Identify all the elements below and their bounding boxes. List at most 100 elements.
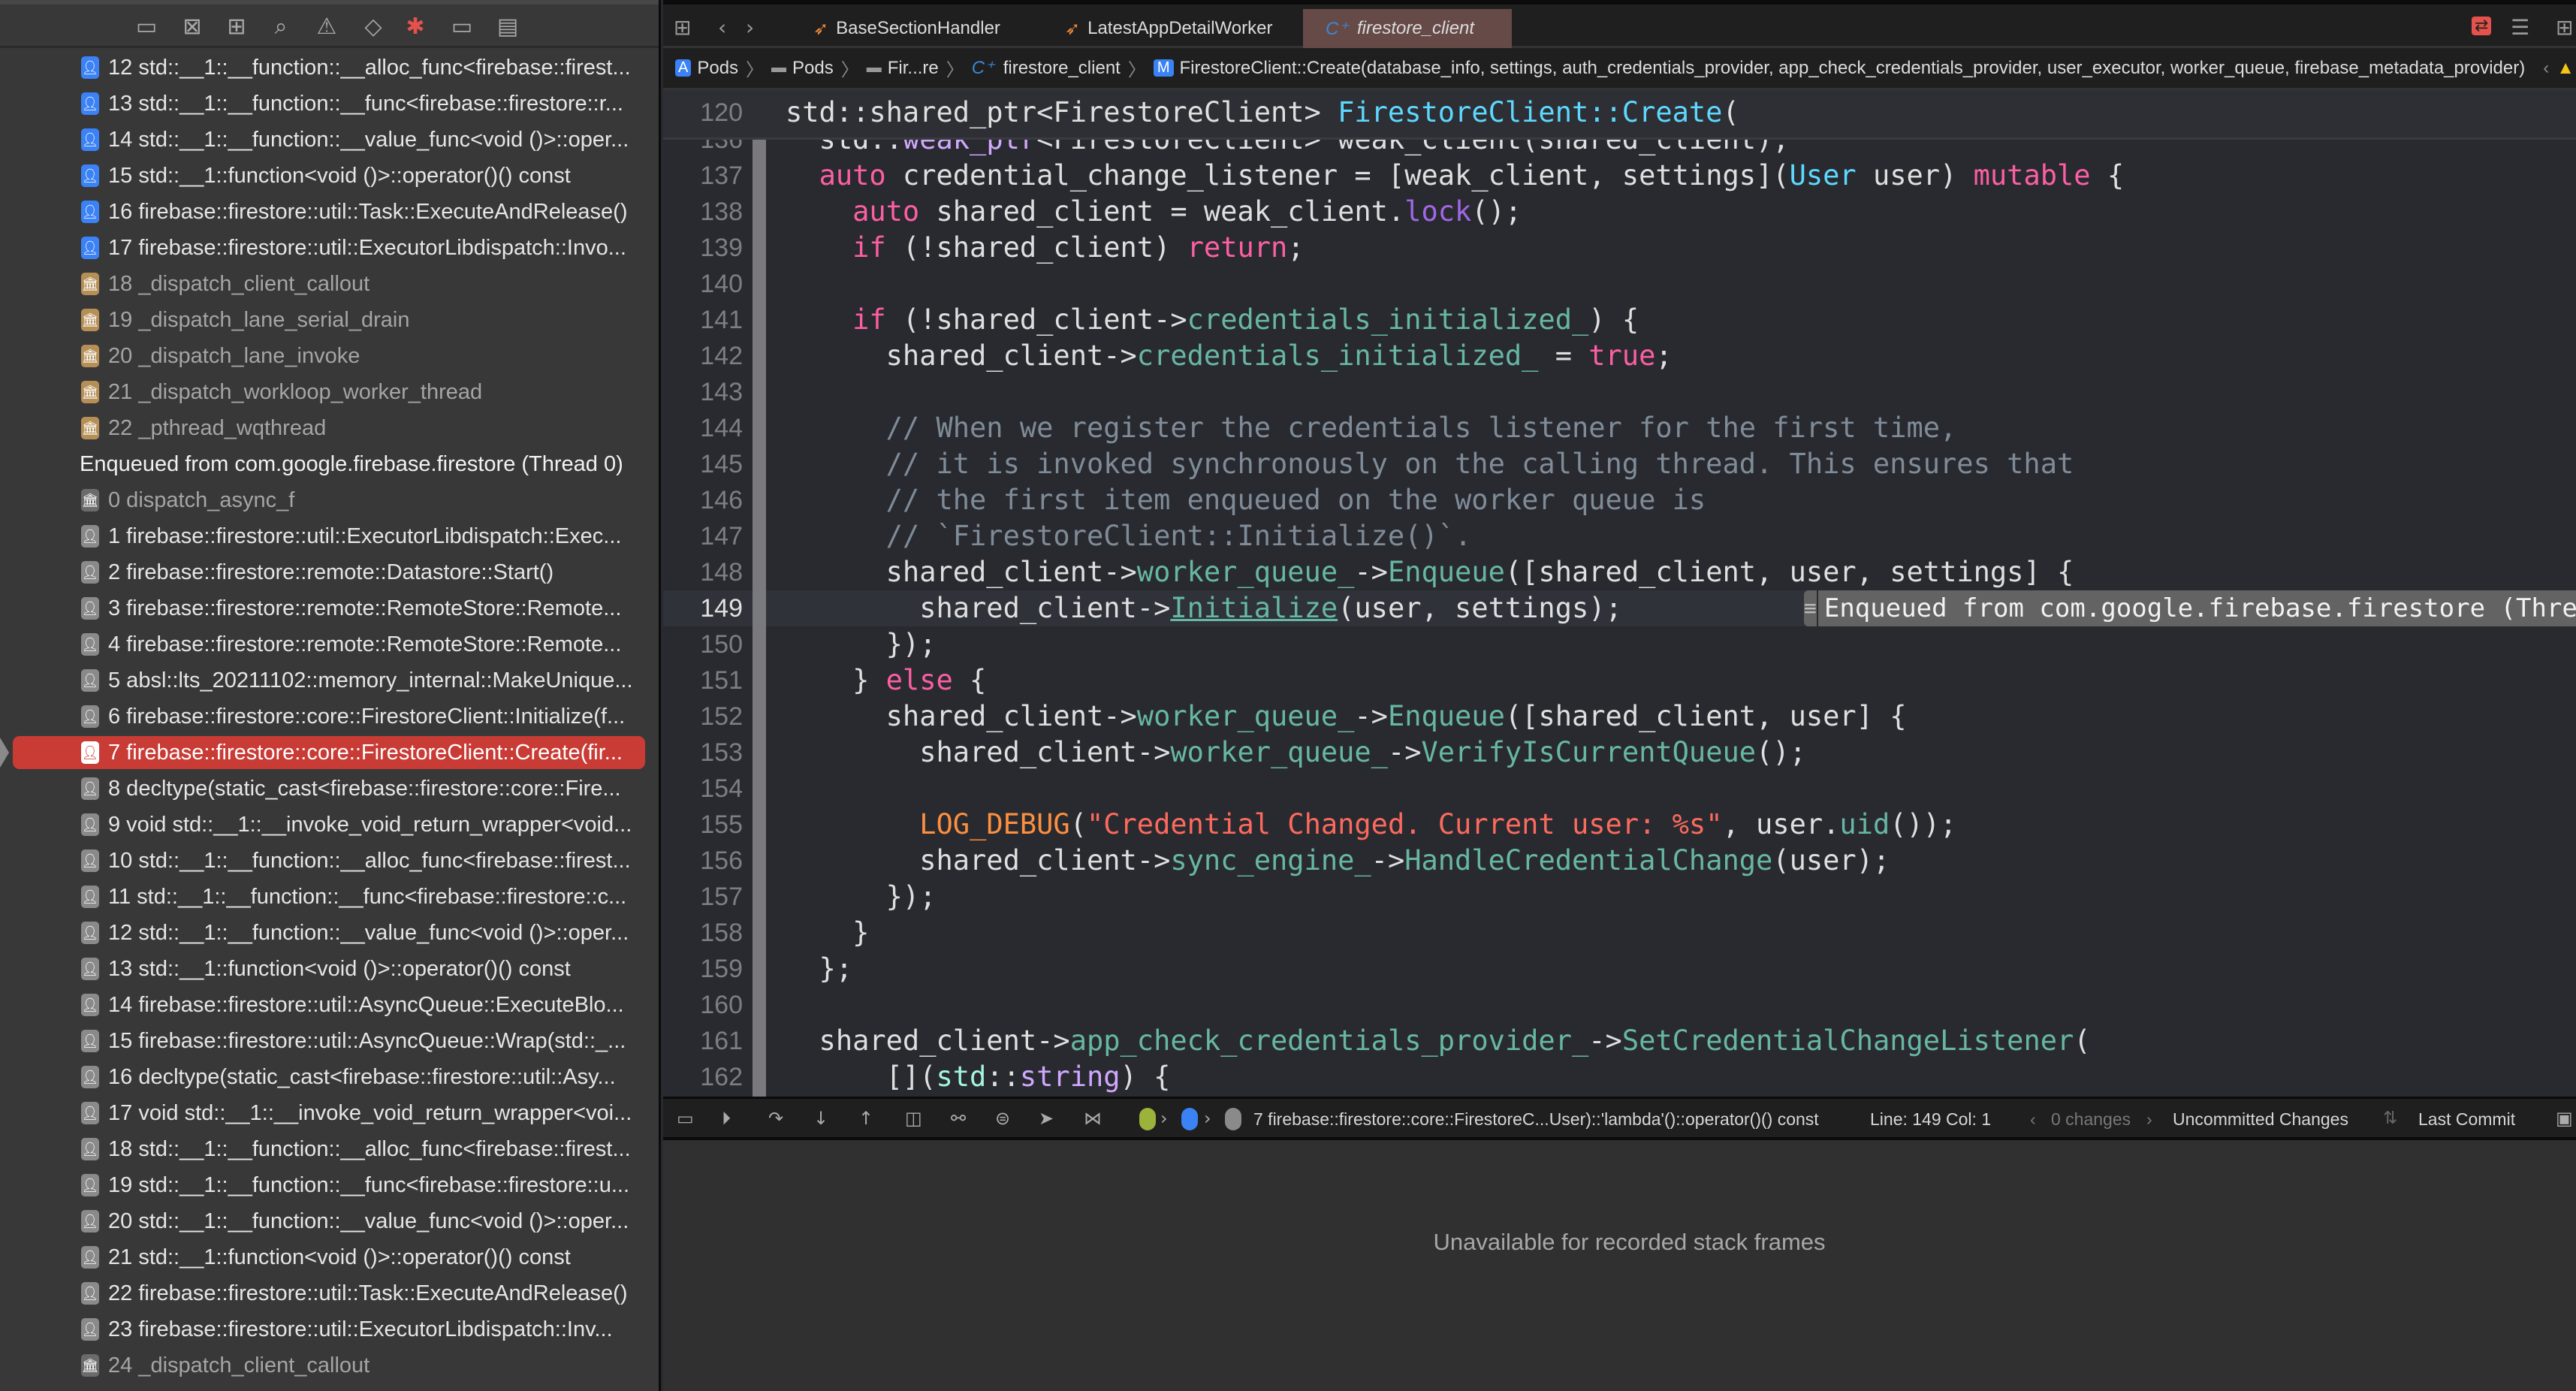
line-number[interactable]: 141 bbox=[663, 302, 743, 338]
code-line[interactable]: 160 bbox=[663, 987, 2576, 1023]
swap-icon[interactable]: ⇅ bbox=[2383, 1108, 2397, 1128]
stack-frame-row[interactable]: 🏛︎ 24 _dispatch_client_callout bbox=[0, 1347, 659, 1383]
line-number[interactable]: 137 bbox=[663, 158, 743, 194]
stack-frame-row[interactable]: 👤︎ 13 std::__1::__function::__func<fireba… bbox=[0, 86, 659, 122]
last-commit-button[interactable]: Last Commit bbox=[2418, 1109, 2515, 1130]
code-line[interactable]: 153 shared_client->worker_queue_->Verify… bbox=[663, 735, 2576, 771]
symbol-link[interactable]: Initialize bbox=[1170, 592, 1338, 624]
stack-frame-row[interactable]: 👤︎ 2 firebase::firestore::remote::Datasto… bbox=[0, 554, 659, 590]
related-items-icon[interactable]: ⊞ bbox=[674, 15, 691, 40]
back-icon[interactable]: ‹ bbox=[718, 15, 726, 40]
line-number[interactable]: 161 bbox=[663, 1023, 743, 1059]
line-number[interactable]: 151 bbox=[663, 662, 743, 699]
frame-user-icon[interactable] bbox=[1225, 1108, 1241, 1130]
code-line[interactable]: 159 }; bbox=[663, 951, 2576, 987]
code-folding-ribbon[interactable] bbox=[753, 140, 766, 1097]
stack-frame-row[interactable]: 👤︎ 6 firebase::firestore::core::Firestore… bbox=[0, 699, 659, 735]
line-number[interactable]: 157 bbox=[663, 879, 743, 915]
code-line[interactable]: 151 } else { bbox=[663, 662, 2576, 699]
line-number[interactable]: 143 bbox=[663, 374, 743, 410]
code-line[interactable]: 141 if (!shared_client->credentials_init… bbox=[663, 302, 2576, 338]
line-number[interactable]: 159 bbox=[663, 951, 743, 987]
line-number[interactable]: 155 bbox=[663, 807, 743, 843]
line-number[interactable]: 140 bbox=[663, 266, 743, 302]
hide-debug-area-icon[interactable]: ▭ bbox=[677, 1108, 694, 1129]
breadcrumb-file[interactable]: C⁺ firestore_client bbox=[972, 57, 1121, 79]
uncommitted-changes-button[interactable]: Uncommitted Changes bbox=[2173, 1109, 2348, 1130]
minimap-icon[interactable]: ☰ bbox=[2511, 15, 2529, 40]
hierarchy-icon[interactable]: ⊞ bbox=[222, 14, 252, 40]
tab-latest-app-detail-worker[interactable]: ➶ LatestAppDetailWorker bbox=[1042, 9, 1295, 48]
code-line[interactable]: 158 } bbox=[663, 915, 2576, 951]
tab-firestore-client[interactable]: C⁺ firestore_client bbox=[1303, 9, 1512, 48]
code-line[interactable]: 140 bbox=[663, 266, 2576, 302]
stack-frame-row[interactable]: 🏛︎ 18 _dispatch_client_callout bbox=[0, 266, 659, 302]
stack-frame-row[interactable]: 👤︎ 17 firebase::firestore::util::Executor… bbox=[0, 230, 659, 266]
line-number[interactable]: 147 bbox=[663, 518, 743, 554]
stack-frame-row[interactable]: 👤︎ 23 firebase::firestore::util::Executor… bbox=[0, 1311, 659, 1347]
breadcrumb-project[interactable]: A Pods bbox=[675, 58, 738, 79]
stack-frame-row[interactable]: 👤︎ 20 std::__1::__function::__value_func<… bbox=[0, 1203, 659, 1239]
review-icon[interactable]: ⇄ bbox=[2472, 17, 2492, 35]
line-number[interactable]: 152 bbox=[663, 699, 743, 735]
stack-frame-row[interactable]: 👤︎ 12 std::__1::__function::__value_func<… bbox=[0, 915, 659, 951]
stack-frame-row[interactable]: 👤︎ 16 firebase::firestore::util::Task::Ex… bbox=[0, 194, 659, 230]
code-line[interactable]: 148 shared_client->worker_queue_->Enqueu… bbox=[663, 554, 2576, 590]
line-number[interactable]: 139 bbox=[663, 230, 743, 266]
line-number[interactable]: 149 bbox=[663, 590, 743, 626]
sticky-scope-header[interactable]: 120 std::shared_ptr<FirestoreClient> Fire… bbox=[663, 90, 2576, 140]
stack-frame-row[interactable]: 👤︎ 4 firebase::firestore::remote::RemoteS… bbox=[0, 626, 659, 662]
code-line[interactable]: 147 // `FirestoreClient::Initialize()`. bbox=[663, 518, 2576, 554]
test-icon[interactable]: ◇ bbox=[358, 14, 388, 40]
stack-frame-row[interactable]: 🏛︎ 19 _dispatch_lane_serial_drain bbox=[0, 302, 659, 338]
code-line[interactable]: 138 auto shared_client = weak_client.loc… bbox=[663, 194, 2576, 230]
location-icon[interactable]: ➤ bbox=[1039, 1108, 1054, 1129]
layout-icon[interactable]: ▣ bbox=[2556, 1108, 2573, 1129]
stack-frame-row[interactable]: 👤︎ 9 void std::__1::__invoke_void_return_… bbox=[0, 807, 659, 843]
code-line[interactable]: 150 }); bbox=[663, 626, 2576, 662]
continue-icon[interactable]: ⏵ bbox=[722, 1108, 731, 1129]
stack-frame-row[interactable]: 👤︎ 3 firebase::firestore::remote::RemoteS… bbox=[0, 590, 659, 626]
stack-frame-row[interactable]: 👤︎ 12 std::__1::__function::__alloc_func<… bbox=[0, 50, 659, 86]
code-line[interactable]: 142 shared_client->credentials_initializ… bbox=[663, 338, 2576, 374]
stack-frame-row[interactable]: 👤︎ 8 decltype(static_cast<firebase::fires… bbox=[0, 771, 659, 807]
previous-issue-icon[interactable]: ‹ bbox=[2543, 58, 2549, 79]
tab-base-section-handler[interactable]: ➶ BaseSectionHandler bbox=[791, 9, 1023, 48]
step-over-icon[interactable]: ↷ bbox=[768, 1108, 783, 1129]
code-line[interactable]: 145 // it is invoked synchronously on th… bbox=[663, 446, 2576, 482]
line-number[interactable]: 150 bbox=[663, 626, 743, 662]
current-frame[interactable]: 7 firebase::firestore::core::FirestoreC.… bbox=[1253, 1109, 1819, 1130]
source-control-icon[interactable]: ⊠ bbox=[177, 14, 207, 40]
line-number[interactable]: 148 bbox=[663, 554, 743, 590]
view-hierarchy-icon[interactable]: ◫ bbox=[905, 1108, 922, 1129]
breadcrumb-method[interactable]: M FirestoreClient::Create(database_info, … bbox=[1153, 58, 2525, 79]
line-number[interactable]: 160 bbox=[663, 987, 743, 1023]
code-line[interactable]: 154 bbox=[663, 771, 2576, 807]
step-out-icon[interactable]: ↑ bbox=[858, 1108, 873, 1129]
stack-frame-row[interactable]: 👤︎ 18 std::__1::__function::__alloc_func<… bbox=[0, 1131, 659, 1167]
stack-frame-row[interactable]: 👤︎ 16 decltype(static_cast<firebase::fire… bbox=[0, 1059, 659, 1095]
app-badge-icon[interactable] bbox=[1139, 1108, 1156, 1130]
line-number[interactable]: 154 bbox=[663, 771, 743, 807]
line-number[interactable]: 153 bbox=[663, 735, 743, 771]
thread-badge-icon[interactable] bbox=[1181, 1108, 1198, 1130]
code-editor[interactable]: 120 std::shared_ptr<FirestoreClient> Fire… bbox=[663, 90, 2576, 1097]
forward-icon[interactable]: › bbox=[746, 15, 754, 40]
folder-icon[interactable]: ▭ bbox=[131, 14, 161, 40]
stack-frame-row[interactable]: 🏛︎ 22 _pthread_wqthread bbox=[0, 410, 659, 446]
code-line[interactable]: 137 auto credential_change_listener = [w… bbox=[663, 158, 2576, 194]
code-line[interactable]: 161 shared_client->app_check_credentials… bbox=[663, 1023, 2576, 1059]
thread-annotation[interactable]: ≡ Enqueued from com.google.firebase.fires… bbox=[1804, 590, 2576, 626]
code-line[interactable]: 162 [](std::string) { bbox=[663, 1059, 2576, 1095]
debug-icon[interactable]: ✱ bbox=[400, 14, 430, 40]
line-number[interactable]: 146 bbox=[663, 482, 743, 518]
step-into-icon[interactable]: ↓ bbox=[813, 1108, 828, 1129]
warning-icon[interactable]: ⚠ bbox=[312, 14, 342, 40]
instruments-icon[interactable]: ⋈ bbox=[1084, 1108, 1102, 1129]
stack-frame-row[interactable]: 👤︎ 5 absl::lts_20211102::memory_internal:… bbox=[0, 662, 659, 699]
stack-frame-row[interactable]: 👤︎ 22 firebase::firestore::util::Task::Ex… bbox=[0, 1275, 659, 1311]
stack-frame-row[interactable]: 🏛︎ 21 _dispatch_workloop_worker_thread bbox=[0, 374, 659, 410]
code-line[interactable]: 144 // When we register the credentials … bbox=[663, 410, 2576, 446]
line-number[interactable]: 145 bbox=[663, 446, 743, 482]
line-number[interactable]: 158 bbox=[663, 915, 743, 951]
